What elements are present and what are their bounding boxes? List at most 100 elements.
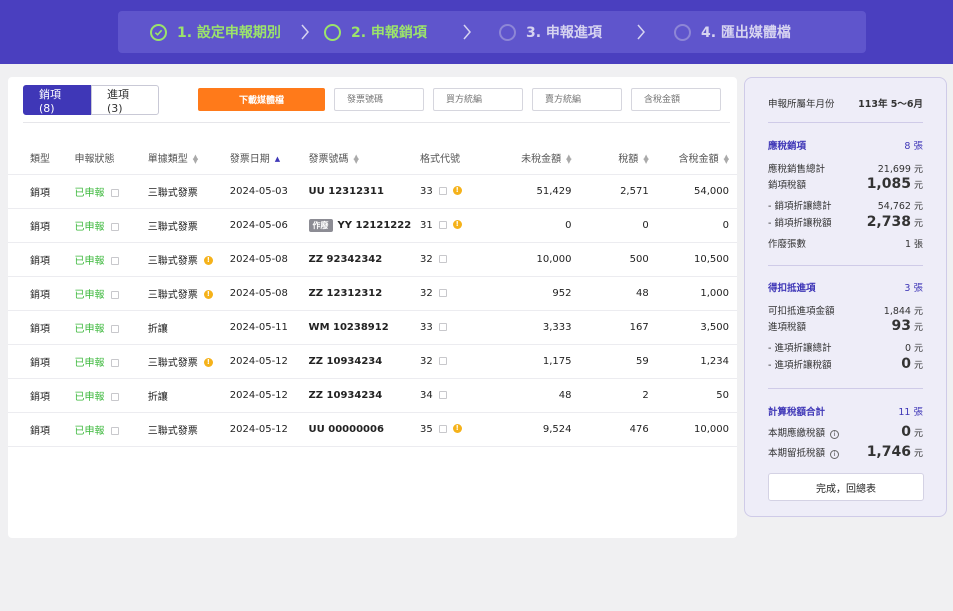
col-kind[interactable]: 單據類型 ▲ ▼: [148, 141, 230, 174]
edit-icon[interactable]: [438, 220, 447, 229]
period-row: 申報所屬年月份 113年 5～6月: [768, 96, 923, 110]
cell-date: 2024-05-08: [229, 276, 309, 311]
col-number[interactable]: 發票號碼 ▲ ▼: [309, 141, 420, 174]
check-icon: [150, 23, 167, 41]
info-icon[interactable]: i: [830, 430, 840, 439]
edit-icon[interactable]: [110, 426, 119, 435]
cell-date: 2024-05-08: [229, 242, 309, 277]
edit-icon[interactable]: [438, 424, 447, 433]
total-summary-heading: 計算稅額合計 11 張: [768, 407, 923, 418]
warning-icon: !: [203, 358, 213, 367]
table-row[interactable]: 銷項 已申報 折讓 2024-05-11 WM 10238912 33 3,333 167 3,…: [8, 310, 737, 345]
edit-icon[interactable]: [438, 288, 447, 297]
table-row[interactable]: 銷項 已申報 三聯式發票! 2024-05-08 ZZ 12312312 32 952 48 1…: [8, 276, 737, 311]
divider: [768, 388, 923, 389]
cell-total: 1,234: [648, 344, 737, 379]
col-total[interactable]: 含稅金額 ▲ ▼: [649, 141, 737, 174]
cell-number: ZZ 92342342: [308, 242, 421, 277]
table-row[interactable]: 銷項 已申報 三聯式發票! 2024-05-08 ZZ 92342342 32 10,000…: [8, 242, 737, 277]
buyer-id-filter[interactable]: [433, 88, 523, 111]
step-2[interactable]: 2. 申報銷項: [324, 11, 427, 53]
seller-id-filter[interactable]: [532, 88, 622, 111]
cell-number: WM 10238912: [308, 310, 421, 345]
tab-sales[interactable]: 銷項 (8): [23, 85, 91, 115]
divider: [768, 265, 923, 266]
cell-number: ZZ 10934234: [308, 378, 421, 413]
col-tax[interactable]: 稅額 ▲ ▼: [571, 141, 648, 174]
edit-icon[interactable]: [438, 356, 447, 365]
status-label: 已申報: [74, 391, 105, 403]
edit-icon[interactable]: [110, 188, 119, 197]
edit-icon[interactable]: [438, 390, 447, 399]
cell-date: 2024-05-11: [229, 310, 309, 345]
divider: [23, 122, 730, 123]
sort-icon[interactable]: ▲ ▼: [566, 153, 571, 164]
cell-tax: 0: [571, 208, 649, 243]
total-summary-row: 本期留抵稅額 i 1,746 元: [768, 444, 923, 460]
cell-kind: 三聯式發票: [147, 208, 230, 243]
purchases-summary-row: 可扣抵進項金額 1,844 元: [768, 306, 923, 317]
stepper: 1. 設定申報期別 2. 申報銷項 3. 申報進項 4. 匯出媒體檔: [118, 11, 866, 53]
info-icon[interactable]: i: [830, 450, 840, 459]
tab-purchases[interactable]: 進項 (3): [91, 85, 159, 115]
cell-number: 作廢 YY 12121222: [308, 208, 421, 243]
step-circle-icon: [499, 23, 516, 41]
step-3[interactable]: 3. 申報進項: [499, 11, 602, 53]
cell-number: ZZ 10934234: [308, 344, 421, 379]
edit-icon[interactable]: [110, 358, 119, 367]
sort-asc-icon[interactable]: ▲: [275, 155, 280, 162]
finish-button[interactable]: 完成，回總表: [768, 473, 924, 501]
edit-icon[interactable]: [110, 392, 119, 401]
cell-tax: 2: [571, 378, 649, 413]
edit-icon[interactable]: [110, 290, 119, 299]
table-row[interactable]: 銷項 已申報 三聯式發票! 2024-05-12 ZZ 10934234 32 1,175 5…: [8, 344, 737, 379]
sort-icon[interactable]: ▲ ▼: [193, 153, 198, 164]
cell-kind: 三聯式發票!: [147, 344, 230, 379]
table-row[interactable]: 銷項 已申報 折讓 2024-05-12 ZZ 10934234 34 48 2 50: [8, 378, 737, 413]
sales-summary-row: 作廢張數 1 張: [768, 239, 923, 250]
edit-icon[interactable]: [110, 324, 119, 333]
chevron-right-icon: [637, 24, 645, 40]
cell-untaxed: 9,524: [478, 412, 572, 447]
invoice-panel: 銷項 (8) 進項 (3) 下載媒體檔 類型 申報狀態 單據類型▲▼ 發票日期▲…: [8, 77, 737, 538]
step-4[interactable]: 4. 匯出媒體檔: [674, 11, 791, 53]
edit-icon[interactable]: [438, 186, 447, 195]
edit-icon[interactable]: [110, 256, 119, 265]
table-header-row: 類型 申報狀態 單據類型 ▲ ▼ 發票日期 ▲ 發票號碼 ▲ ▼ 格式代號 未稅金額 ▲ ▼ …: [8, 141, 737, 174]
sort-icon[interactable]: ▲ ▼: [724, 153, 729, 164]
invoice-number-filter[interactable]: [334, 88, 424, 111]
cell-type: 銷項: [8, 208, 75, 243]
cell-kind: 三聯式發票: [147, 173, 230, 209]
table-row[interactable]: 銷項 已申報 三聯式發票 2024-05-12 UU 00000006 35! 9,524 4…: [8, 412, 737, 447]
cell-type: 銷項: [8, 412, 75, 447]
cell-untaxed: 51,429: [478, 173, 572, 209]
divider: [768, 122, 923, 123]
cell-tax: 59: [571, 344, 649, 379]
col-date[interactable]: 發票日期 ▲: [230, 141, 309, 174]
cell-tax: 167: [571, 310, 649, 345]
edit-icon[interactable]: [438, 322, 447, 331]
warning-icon: !: [452, 186, 462, 195]
download-media-button[interactable]: 下載媒體檔: [198, 88, 325, 111]
col-untaxed[interactable]: 未稅金額 ▲ ▼: [479, 141, 571, 174]
step-1[interactable]: 1. 設定申報期別: [150, 11, 281, 53]
edit-icon[interactable]: [110, 222, 119, 231]
edit-icon[interactable]: [438, 254, 447, 263]
cell-total: 10,000: [648, 412, 737, 447]
cell-date: 2024-05-03: [229, 173, 309, 209]
cell-status: 已申報: [74, 344, 148, 379]
cell-untaxed: 48: [478, 378, 572, 413]
period-value: 113年 5～6月: [858, 99, 923, 110]
cell-type: 銷項: [8, 378, 75, 413]
cell-status: 已申報: [74, 242, 148, 277]
purchases-summary-row: - 進項折讓總計 0 元: [768, 343, 923, 354]
table-row[interactable]: 銷項 已申報 三聯式發票 2024-05-06 作廢 YY 12121222 31! 0 0 0: [8, 208, 737, 243]
status-label: 已申報: [74, 425, 105, 437]
table-row[interactable]: 銷項 已申報 三聯式發票 2024-05-03 UU 12312311 33! 51,429…: [8, 173, 737, 209]
sort-icon[interactable]: ▲ ▼: [354, 153, 359, 164]
cell-format: 32: [420, 276, 479, 311]
cell-format: 34: [420, 378, 479, 413]
sales-summary-row: - 銷項折讓總計 54,762 元: [768, 201, 923, 212]
total-amount-filter[interactable]: [631, 88, 721, 111]
sort-icon[interactable]: ▲ ▼: [643, 153, 648, 164]
